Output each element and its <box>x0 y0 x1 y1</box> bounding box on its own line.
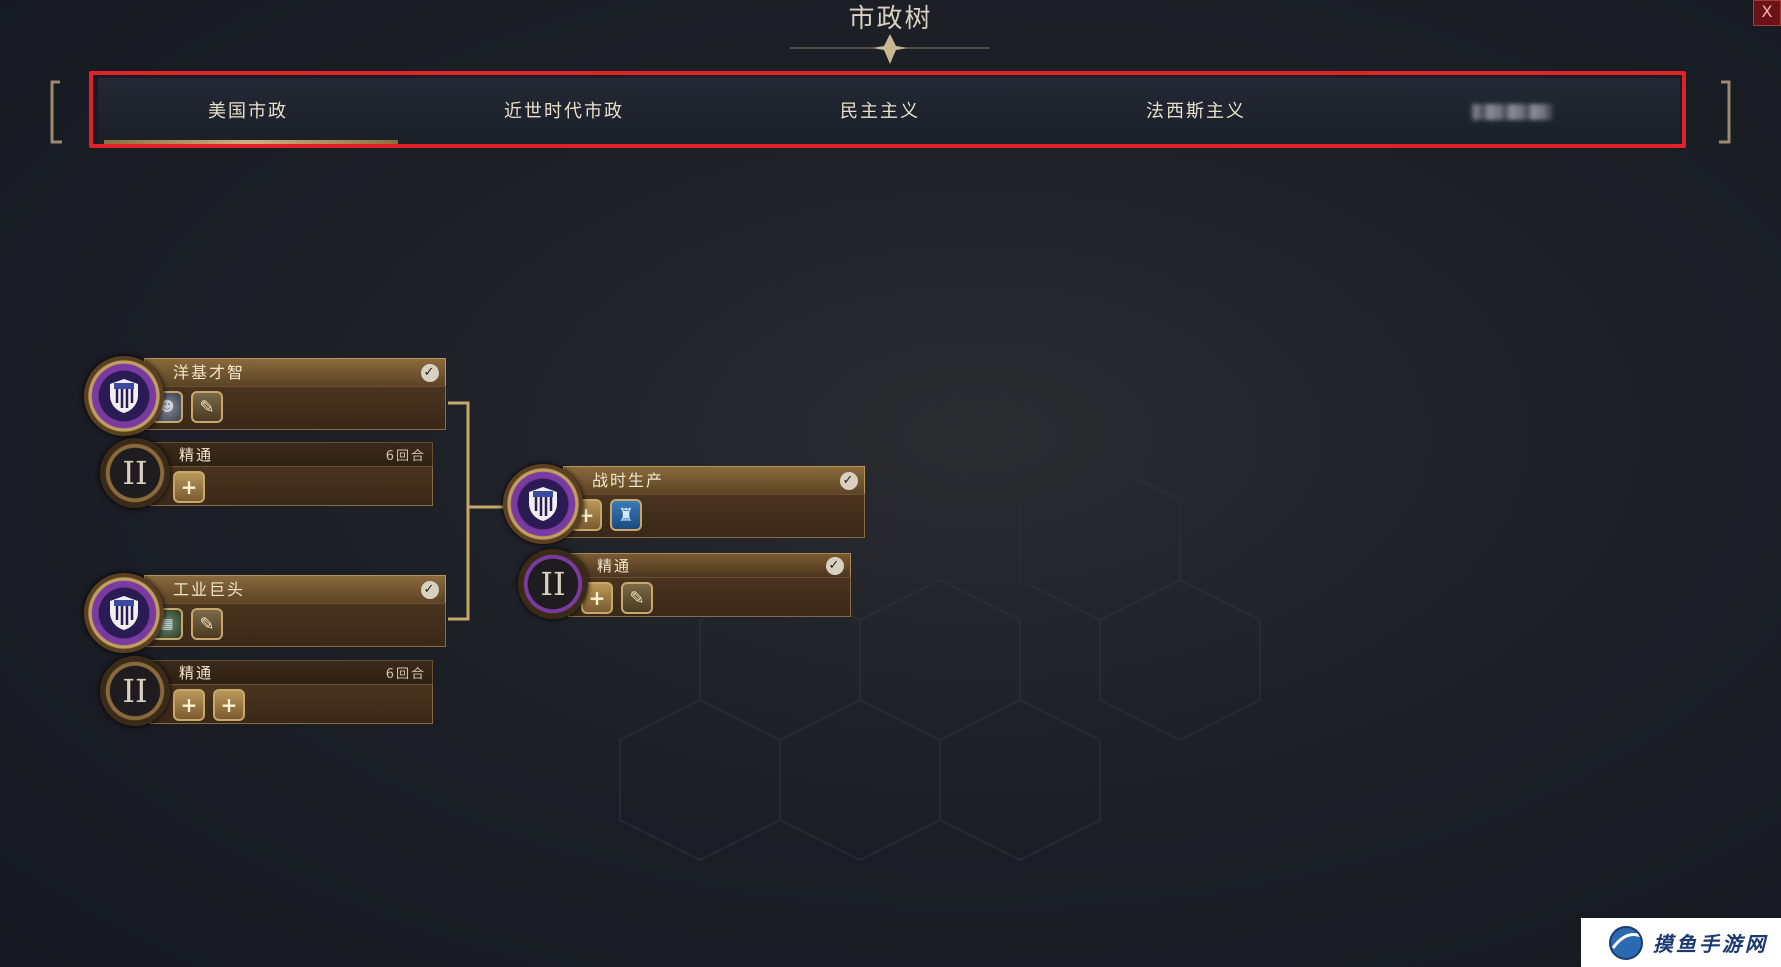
civic-title-bar: 工业巨头 ✓ <box>144 575 446 604</box>
quill-icon[interactable]: ✎ <box>191 391 223 423</box>
tab-highlight-frame <box>89 71 1686 148</box>
plus-icon[interactable]: + <box>173 471 205 503</box>
civic-name: 洋基才智 <box>173 363 246 382</box>
tabbar-bracket-left <box>50 80 62 144</box>
mastery-unlocks: + ✎ <box>568 577 851 617</box>
mastery-title-bar: 精通 6回合 <box>150 442 433 467</box>
civic-unlocks: ☻ ✎ <box>144 386 446 430</box>
mastery-label: 精通 <box>179 664 214 682</box>
civic-card-industrial-tycoon[interactable]: 工业巨头 ✓ ▦ ✎ <box>84 573 446 655</box>
quill-icon[interactable]: ✎ <box>621 582 653 614</box>
statue-icon[interactable]: ♜ <box>610 499 642 531</box>
shield-badge-icon <box>503 464 583 544</box>
mastery-label: 精通 <box>179 446 214 464</box>
mastery-unlocks: + <box>150 466 433 506</box>
plus-icon[interactable]: + <box>173 689 205 721</box>
civic-card-wartime-production[interactable]: 战时生产 ✓ + ♜ <box>503 464 865 546</box>
quill-icon[interactable]: ✎ <box>191 608 223 640</box>
civic-title-bar: 洋基才智 ✓ <box>144 358 446 387</box>
civic-unlocks: ▦ ✎ <box>144 603 446 647</box>
civic-unlocks: + ♜ <box>563 494 865 538</box>
mastery-roman-icon: II <box>100 656 170 726</box>
watermark-text: 摸鱼手游网 <box>1653 932 1768 956</box>
plus-icon[interactable]: + <box>213 689 245 721</box>
civic-title-bar: 战时生产 ✓ <box>563 466 865 495</box>
completed-check-icon: ✓ <box>826 557 844 575</box>
civic-name: 工业巨头 <box>173 580 246 599</box>
watermark: 摸鱼手游网 <box>1581 918 1781 967</box>
close-button[interactable]: X <box>1753 0 1781 26</box>
mastery-title-bar: 精通 6回合 <box>150 660 433 685</box>
shield-badge-icon <box>84 573 164 653</box>
completed-check-icon: ✓ <box>421 364 439 382</box>
mastery-card-3[interactable]: 精通 ✓ + ✎ II <box>518 549 851 623</box>
completed-check-icon: ✓ <box>421 581 439 599</box>
mastery-unlocks: + + <box>150 684 433 724</box>
tabbar-bracket-right <box>1719 80 1731 144</box>
mastery-card-1[interactable]: 精通 6回合 + II <box>100 438 433 512</box>
civic-name: 战时生产 <box>592 471 665 490</box>
title-ornament <box>790 34 990 64</box>
civic-card-yankee-ingenuity[interactable]: 洋基才智 ✓ ☻ ✎ <box>84 356 446 438</box>
mastery-title-bar: 精通 ✓ <box>568 553 851 578</box>
completed-check-icon: ✓ <box>840 472 858 490</box>
mastery-label: 精通 <box>597 557 632 575</box>
mastery-card-2[interactable]: 精通 6回合 + + II <box>100 656 433 730</box>
mastery-roman-icon: II <box>100 438 170 508</box>
globe-logo-icon <box>1609 925 1643 960</box>
shield-badge-icon <box>84 356 164 436</box>
mastery-roman-icon: II <box>518 549 588 619</box>
